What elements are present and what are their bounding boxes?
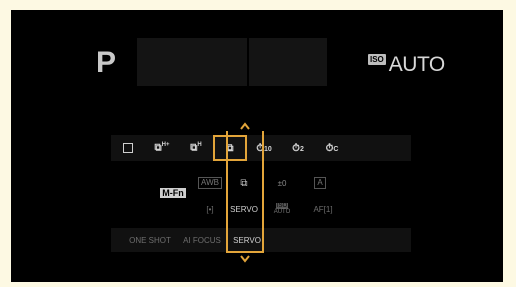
wb-value: AWB xyxy=(198,177,222,189)
drive-self-timer-2[interactable]: ⏱2 xyxy=(281,135,315,161)
single-shot-icon xyxy=(123,143,133,153)
metering-value: [•] xyxy=(206,204,214,214)
iso-setting-value: AUTO xyxy=(273,209,291,215)
drive-high-speed[interactable]: ⧉H xyxy=(179,135,213,161)
high-speed-icon: ⧉H xyxy=(190,142,202,154)
exposure-comp-setting[interactable]: ±0 xyxy=(265,171,299,195)
info-panel-left xyxy=(137,38,247,86)
chevron-down-icon[interactable] xyxy=(240,254,250,264)
drive-self-timer-continuous[interactable]: ⏱C xyxy=(315,135,349,161)
iso-setting[interactable]: ISO AUTO xyxy=(265,197,299,221)
metering-setting[interactable]: [•] xyxy=(193,197,227,221)
af-area-value: AF[1] xyxy=(313,204,333,214)
exposure-value: ±0 xyxy=(277,178,287,188)
drive-single-shot[interactable] xyxy=(111,135,145,161)
camera-quick-control-screen: P ISO AUTO ⧉H+ ⧉H ⧉ ⏱10 ⏱2 ⏱C M-Fn AWB ⧉… xyxy=(11,10,503,282)
af-area-setting[interactable]: AF[1] xyxy=(303,197,343,221)
selected-column-frame xyxy=(226,131,264,253)
iso-badge: ISO xyxy=(368,53,386,65)
high-speed-plus-icon: ⧉H+ xyxy=(154,142,170,154)
white-balance-setting[interactable]: AWB xyxy=(193,171,227,195)
picture-style-value: A xyxy=(314,177,326,189)
chevron-up-icon[interactable] xyxy=(240,121,250,131)
picture-style-setting[interactable]: A xyxy=(303,171,337,195)
iso-value: AUTO xyxy=(388,53,445,76)
iso-display[interactable]: ISO AUTO xyxy=(368,52,445,78)
af-option-ai-focus[interactable]: AI FOCUS xyxy=(177,228,227,252)
self-timer-2-icon: ⏱2 xyxy=(292,142,304,154)
mfn-label: M-Fn xyxy=(160,188,186,198)
info-panel-right xyxy=(249,38,327,86)
af-option-one-shot[interactable]: ONE SHOT xyxy=(125,228,175,252)
shooting-mode[interactable]: P xyxy=(96,48,116,78)
drive-high-speed-plus[interactable]: ⧉H+ xyxy=(145,135,179,161)
self-timer-continuous-icon: ⏱C xyxy=(325,142,339,154)
